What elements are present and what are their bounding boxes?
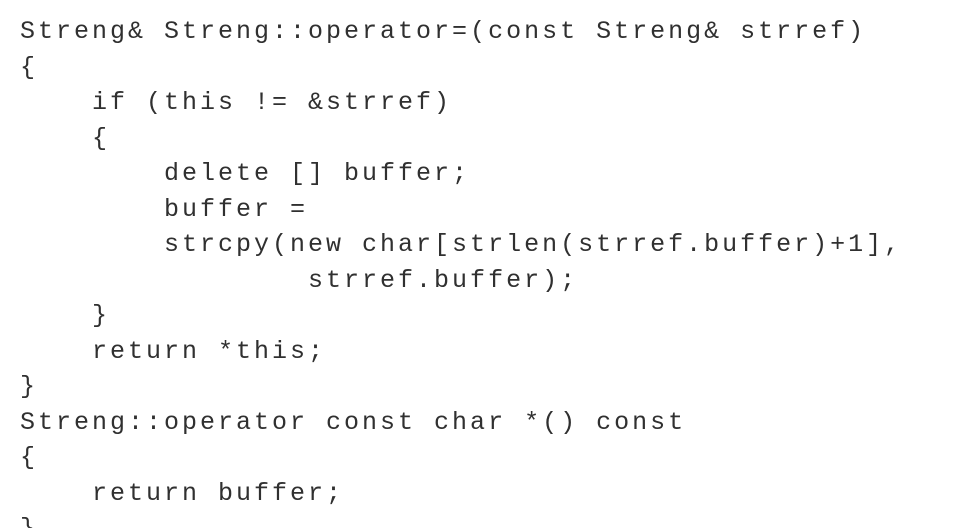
code-listing: Streng& Streng::operator=(const Streng& … [0,0,960,528]
